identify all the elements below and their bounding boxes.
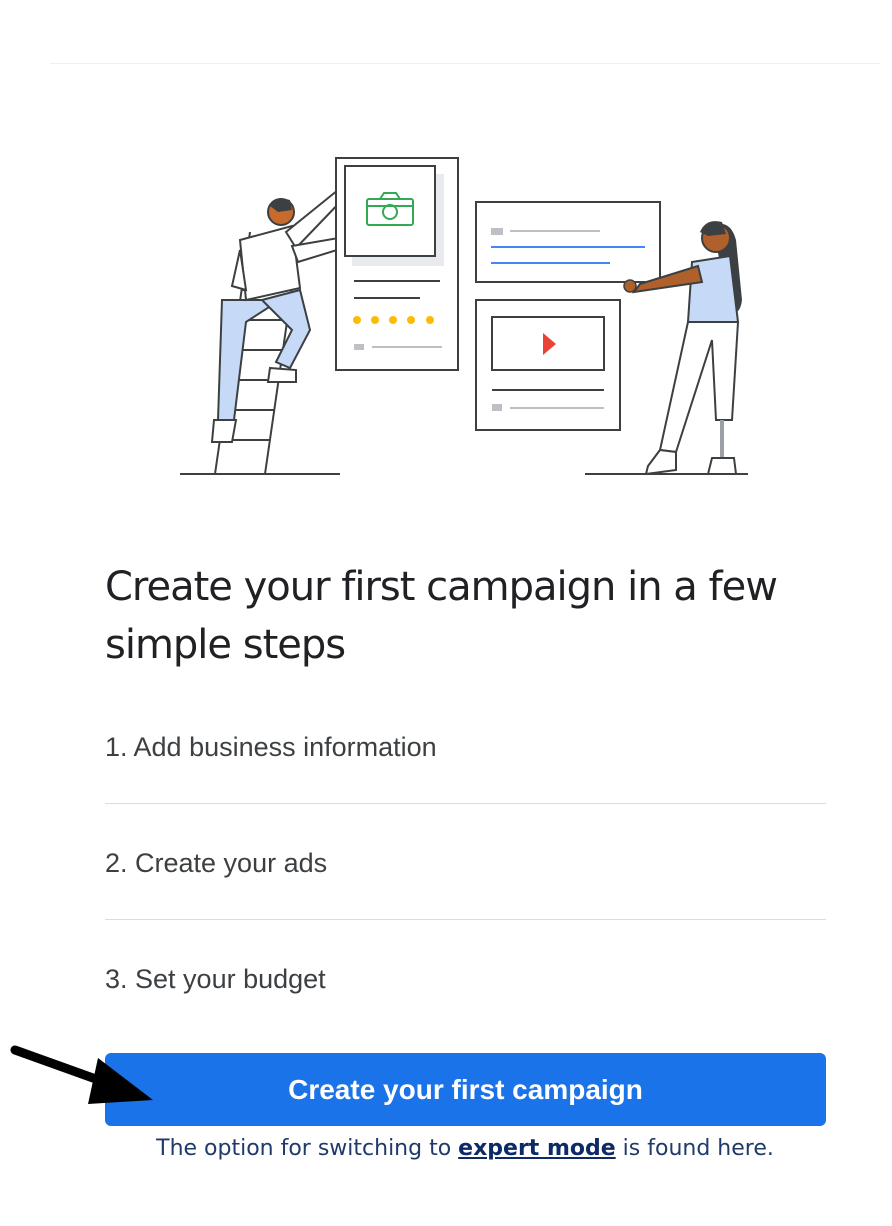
caption-text-after: is found here. [615,1136,774,1161]
top-divider [50,63,880,64]
annotation-caption: The option for switching to expert mode … [0,1134,892,1164]
steps-list: 1. Add business information 2. Create yo… [105,688,826,1036]
hero-illustration [180,157,748,476]
create-campaign-button[interactable]: Create your first campaign [105,1053,826,1126]
page-title: Create your first campaign in a few simp… [105,564,778,668]
ad-card-graphic [335,157,459,371]
text-ad-graphic [475,201,661,283]
arrow-right-down-icon [10,1045,153,1104]
step-business-information: 1. Add business information [105,688,826,804]
step-set-budget: 3. Set your budget [105,964,326,994]
video-ad-graphic [475,299,621,431]
step-create-ads: 2. Create your ads [105,804,826,920]
expert-mode-link[interactable]: expert mode [458,1136,616,1161]
caption-text-before: The option for switching to [156,1136,459,1161]
